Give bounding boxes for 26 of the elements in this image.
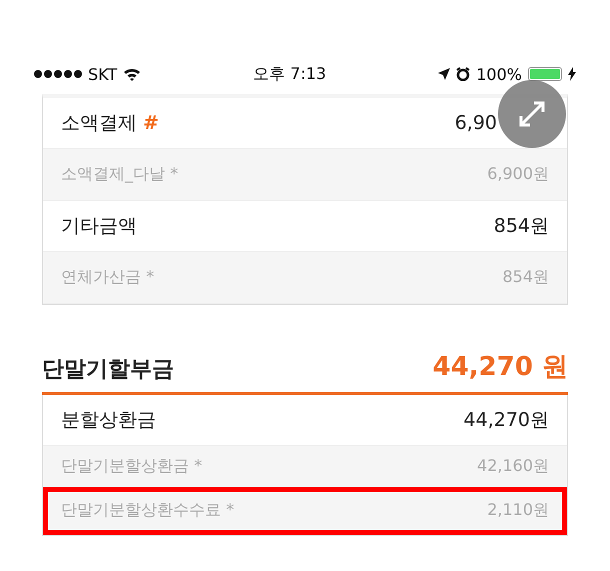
wifi-icon xyxy=(123,67,142,81)
clock-time: 오후 7:13 xyxy=(253,64,326,84)
signal-icon xyxy=(34,70,82,78)
item-amount: 854원 xyxy=(502,267,549,288)
carrier-name: SKT xyxy=(88,64,118,84)
charging-icon xyxy=(568,67,576,81)
item-amount: 42,160원 xyxy=(477,456,549,476)
item-label: 기타금액 xyxy=(61,214,137,239)
item-amount: 2,110원 xyxy=(487,500,549,521)
alarm-icon xyxy=(456,67,470,81)
battery-icon xyxy=(528,67,562,81)
battery-percent: 100% xyxy=(476,64,522,84)
item-label: 분할상환금 xyxy=(61,408,156,433)
item-amount: 6,90 xyxy=(454,112,497,134)
item-amount: 44,270원 xyxy=(464,408,549,433)
section-title: 단말기할부금 xyxy=(42,356,174,384)
section-total: 44,270 원 xyxy=(432,351,568,384)
item-label: 소액결제_다날 * xyxy=(61,164,178,185)
item-label: 단말기분할상환수수료 * xyxy=(61,500,234,521)
item-label: 소액결제 # xyxy=(61,111,159,136)
expand-icon xyxy=(517,99,547,129)
location-icon xyxy=(438,68,450,80)
item-label: 단말기분할상환금 * xyxy=(61,456,202,476)
item-amount: 854원 xyxy=(494,214,549,239)
item-amount: 6,900원 xyxy=(487,164,549,185)
item-label: 연체가산금 * xyxy=(61,267,154,288)
